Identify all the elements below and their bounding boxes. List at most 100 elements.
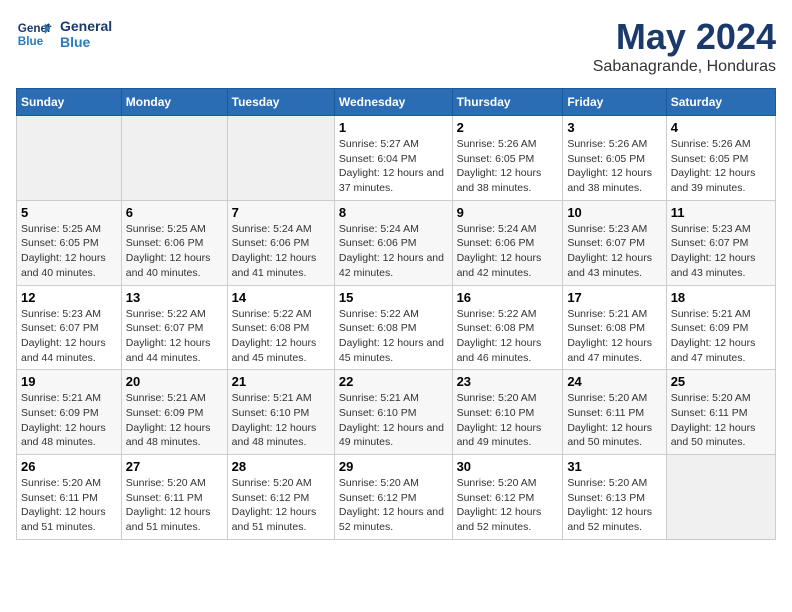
calendar-cell: 8 Sunrise: 5:24 AM Sunset: 6:06 PM Daylig… — [334, 200, 452, 285]
day-number: 31 — [567, 459, 661, 474]
calendar-cell: 10 Sunrise: 5:23 AM Sunset: 6:07 PM Dayli… — [563, 200, 666, 285]
day-number: 28 — [232, 459, 330, 474]
day-info: Sunrise: 5:22 AM Sunset: 6:08 PM Dayligh… — [339, 307, 448, 366]
calendar-day-header: Tuesday — [227, 89, 334, 116]
day-number: 27 — [126, 459, 223, 474]
calendar-cell: 22 Sunrise: 5:21 AM Sunset: 6:10 PM Dayli… — [334, 370, 452, 455]
day-number: 17 — [567, 290, 661, 305]
day-number: 12 — [21, 290, 117, 305]
calendar-cell: 4 Sunrise: 5:26 AM Sunset: 6:05 PM Daylig… — [666, 116, 775, 201]
day-number: 10 — [567, 205, 661, 220]
calendar-cell — [121, 116, 227, 201]
logo-line2: Blue — [60, 34, 112, 50]
day-number: 2 — [457, 120, 559, 135]
calendar-cell: 27 Sunrise: 5:20 AM Sunset: 6:11 PM Dayli… — [121, 455, 227, 540]
day-info: Sunrise: 5:20 AM Sunset: 6:11 PM Dayligh… — [126, 476, 223, 535]
calendar-header-row: SundayMondayTuesdayWednesdayThursdayFrid… — [17, 89, 776, 116]
day-info: Sunrise: 5:20 AM Sunset: 6:11 PM Dayligh… — [567, 391, 661, 450]
day-info: Sunrise: 5:23 AM Sunset: 6:07 PM Dayligh… — [567, 222, 661, 281]
day-info: Sunrise: 5:24 AM Sunset: 6:06 PM Dayligh… — [339, 222, 448, 281]
day-number: 22 — [339, 374, 448, 389]
day-number: 11 — [671, 205, 771, 220]
day-info: Sunrise: 5:20 AM Sunset: 6:12 PM Dayligh… — [339, 476, 448, 535]
day-info: Sunrise: 5:21 AM Sunset: 6:09 PM Dayligh… — [671, 307, 771, 366]
day-info: Sunrise: 5:25 AM Sunset: 6:05 PM Dayligh… — [21, 222, 117, 281]
calendar-cell: 11 Sunrise: 5:23 AM Sunset: 6:07 PM Dayli… — [666, 200, 775, 285]
day-info: Sunrise: 5:21 AM Sunset: 6:10 PM Dayligh… — [339, 391, 448, 450]
day-info: Sunrise: 5:24 AM Sunset: 6:06 PM Dayligh… — [232, 222, 330, 281]
calendar-day-header: Sunday — [17, 89, 122, 116]
calendar-cell — [666, 455, 775, 540]
day-info: Sunrise: 5:20 AM Sunset: 6:12 PM Dayligh… — [457, 476, 559, 535]
calendar-cell: 12 Sunrise: 5:23 AM Sunset: 6:07 PM Dayli… — [17, 285, 122, 370]
day-info: Sunrise: 5:22 AM Sunset: 6:08 PM Dayligh… — [457, 307, 559, 366]
day-number: 19 — [21, 374, 117, 389]
day-number: 20 — [126, 374, 223, 389]
calendar-cell: 15Sunrise: 5:22 AM Sunset: 6:08 PM Dayli… — [334, 285, 452, 370]
calendar-cell: 19 Sunrise: 5:21 AM Sunset: 6:09 PM Dayli… — [17, 370, 122, 455]
svg-text:Blue: Blue — [18, 35, 44, 48]
day-number: 9 — [457, 205, 559, 220]
day-number: 13 — [126, 290, 223, 305]
day-info: Sunrise: 5:20 AM Sunset: 6:10 PM Dayligh… — [457, 391, 559, 450]
day-info: Sunrise: 5:20 AM Sunset: 6:12 PM Dayligh… — [232, 476, 330, 535]
calendar-cell — [17, 116, 122, 201]
day-number: 4 — [671, 120, 771, 135]
calendar-cell: 17 Sunrise: 5:21 AM Sunset: 6:08 PM Dayli… — [563, 285, 666, 370]
calendar-day-header: Monday — [121, 89, 227, 116]
day-number: 29 — [339, 459, 448, 474]
day-number: 1 — [339, 120, 448, 135]
day-number: 14 — [232, 290, 330, 305]
header: General Blue General Blue May 2024 Saban… — [16, 16, 776, 76]
calendar-cell: 3 Sunrise: 5:26 AM Sunset: 6:05 PM Daylig… — [563, 116, 666, 201]
calendar-cell: 5 Sunrise: 5:25 AM Sunset: 6:05 PM Daylig… — [17, 200, 122, 285]
day-number: 6 — [126, 205, 223, 220]
calendar-week-row: 19 Sunrise: 5:21 AM Sunset: 6:09 PM Dayli… — [17, 370, 776, 455]
logo: General Blue General Blue — [16, 16, 112, 52]
day-number: 21 — [232, 374, 330, 389]
calendar-day-header: Friday — [563, 89, 666, 116]
day-info: Sunrise: 5:23 AM Sunset: 6:07 PM Dayligh… — [21, 307, 117, 366]
calendar-week-row: 26Sunrise: 5:20 AM Sunset: 6:11 PM Dayli… — [17, 455, 776, 540]
calendar-cell: 16Sunrise: 5:22 AM Sunset: 6:08 PM Dayli… — [452, 285, 563, 370]
day-info: Sunrise: 5:25 AM Sunset: 6:06 PM Dayligh… — [126, 222, 223, 281]
day-info: Sunrise: 5:21 AM Sunset: 6:08 PM Dayligh… — [567, 307, 661, 366]
day-info: Sunrise: 5:21 AM Sunset: 6:10 PM Dayligh… — [232, 391, 330, 450]
day-info: Sunrise: 5:26 AM Sunset: 6:05 PM Dayligh… — [457, 137, 559, 196]
day-info: Sunrise: 5:24 AM Sunset: 6:06 PM Dayligh… — [457, 222, 559, 281]
day-number: 18 — [671, 290, 771, 305]
calendar-cell: 26Sunrise: 5:20 AM Sunset: 6:11 PM Dayli… — [17, 455, 122, 540]
day-number: 24 — [567, 374, 661, 389]
calendar-week-row: 12 Sunrise: 5:23 AM Sunset: 6:07 PM Dayli… — [17, 285, 776, 370]
page-title: May 2024 — [593, 16, 776, 58]
calendar-day-header: Thursday — [452, 89, 563, 116]
calendar-day-header: Wednesday — [334, 89, 452, 116]
calendar-cell: 29 Sunrise: 5:20 AM Sunset: 6:12 PM Dayli… — [334, 455, 452, 540]
day-number: 7 — [232, 205, 330, 220]
calendar-cell: 6 Sunrise: 5:25 AM Sunset: 6:06 PM Daylig… — [121, 200, 227, 285]
title-area: May 2024 Sabanagrande, Honduras — [593, 16, 776, 76]
day-info: Sunrise: 5:21 AM Sunset: 6:09 PM Dayligh… — [21, 391, 117, 450]
calendar-cell: 2 Sunrise: 5:26 AM Sunset: 6:05 PM Daylig… — [452, 116, 563, 201]
day-number: 5 — [21, 205, 117, 220]
calendar-cell: 23 Sunrise: 5:20 AM Sunset: 6:10 PM Dayli… — [452, 370, 563, 455]
calendar-cell: 20Sunrise: 5:21 AM Sunset: 6:09 PM Dayli… — [121, 370, 227, 455]
day-info: Sunrise: 5:23 AM Sunset: 6:07 PM Dayligh… — [671, 222, 771, 281]
calendar-table: SundayMondayTuesdayWednesdayThursdayFrid… — [16, 88, 776, 540]
day-info: Sunrise: 5:26 AM Sunset: 6:05 PM Dayligh… — [567, 137, 661, 196]
calendar-body: 1 Sunrise: 5:27 AM Sunset: 6:04 PM Daylig… — [17, 116, 776, 540]
day-number: 3 — [567, 120, 661, 135]
day-number: 25 — [671, 374, 771, 389]
day-info: Sunrise: 5:22 AM Sunset: 6:07 PM Dayligh… — [126, 307, 223, 366]
day-info: Sunrise: 5:26 AM Sunset: 6:05 PM Dayligh… — [671, 137, 771, 196]
day-info: Sunrise: 5:27 AM Sunset: 6:04 PM Dayligh… — [339, 137, 448, 196]
calendar-cell: 21 Sunrise: 5:21 AM Sunset: 6:10 PM Dayli… — [227, 370, 334, 455]
logo-line1: General — [60, 18, 112, 34]
calendar-cell: 24 Sunrise: 5:20 AM Sunset: 6:11 PM Dayli… — [563, 370, 666, 455]
calendar-day-header: Saturday — [666, 89, 775, 116]
calendar-cell: 25Sunrise: 5:20 AM Sunset: 6:11 PM Dayli… — [666, 370, 775, 455]
calendar-cell: 31Sunrise: 5:20 AM Sunset: 6:13 PM Dayli… — [563, 455, 666, 540]
day-number: 23 — [457, 374, 559, 389]
day-number: 8 — [339, 205, 448, 220]
day-info: Sunrise: 5:20 AM Sunset: 6:11 PM Dayligh… — [21, 476, 117, 535]
